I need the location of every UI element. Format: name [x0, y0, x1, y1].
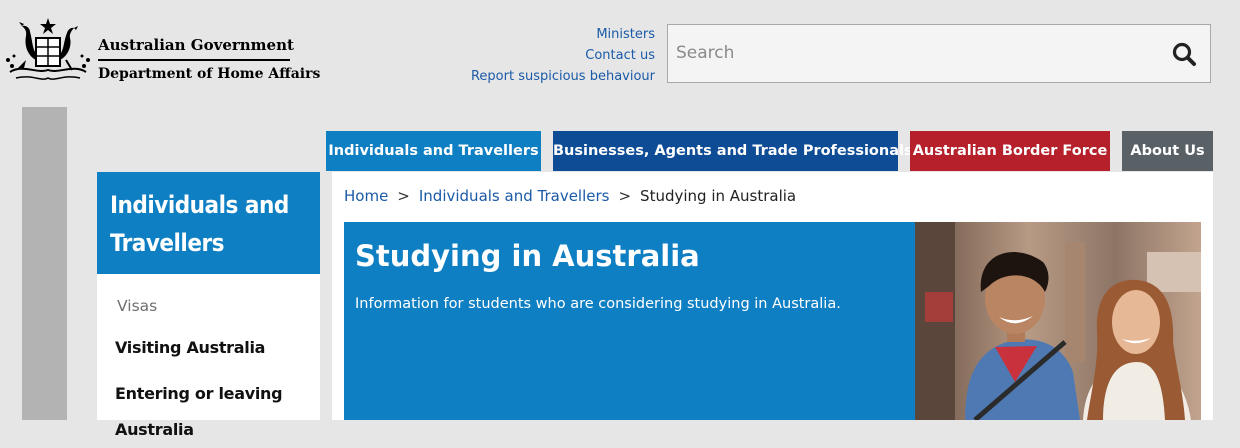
department-name: Department of Home Affairs [98, 66, 321, 82]
sidebar-item-visiting-australia[interactable]: Visiting Australia [115, 330, 305, 366]
tab-businesses-agents[interactable]: Businesses, Agents and Trade Professiona… [553, 131, 913, 171]
sidebar-header: Individuals and Travellers [97, 172, 320, 274]
main-content: Home > Individuals and Travellers > Studying… [332, 172, 1213, 420]
search-box [667, 24, 1211, 83]
coat-of-arms-logo[interactable] [2, 16, 94, 86]
breadcrumb-home[interactable]: Home [344, 187, 388, 205]
students-photo [915, 222, 1201, 420]
tab-australian-border-force[interactable]: Australian Border Force [910, 131, 1110, 171]
left-decorative-bar [22, 107, 67, 420]
breadcrumb-current: Studying in Australia [640, 187, 797, 205]
search-input[interactable] [676, 39, 1156, 67]
breadcrumb: Home > Individuals and Travellers > Studying… [344, 187, 796, 205]
government-name: Australian Government [98, 36, 294, 54]
sidebar-title[interactable]: Individuals and Travellers [110, 186, 310, 262]
search-icon [1172, 42, 1196, 66]
sidebar: Individuals and Travellers Visas Visitin… [97, 172, 320, 439]
sidebar-item-visas[interactable]: Visas [117, 297, 157, 315]
page-title: Studying in Australia [355, 239, 700, 273]
ministers-link[interactable]: Ministers [596, 27, 655, 43]
contact-us-link[interactable]: Contact us [585, 48, 655, 64]
tab-about-us[interactable]: About Us [1122, 131, 1213, 171]
breadcrumb-separator: > [397, 187, 410, 205]
page-intro: Information for students who are conside… [355, 296, 841, 312]
search-button[interactable] [1172, 42, 1198, 68]
hero-banner: Studying in Australia Information for st… [344, 222, 915, 420]
breadcrumb-separator: > [618, 187, 632, 205]
header-divider [98, 59, 290, 61]
tab-individuals-travellers[interactable]: Individuals and Travellers [326, 131, 541, 171]
breadcrumb-individuals[interactable]: Individuals and Travellers [419, 187, 610, 205]
report-suspicious-link[interactable]: Report suspicious behaviour [471, 69, 655, 85]
sidebar-item-entering-leaving[interactable]: Entering or leaving Australia [115, 376, 305, 448]
